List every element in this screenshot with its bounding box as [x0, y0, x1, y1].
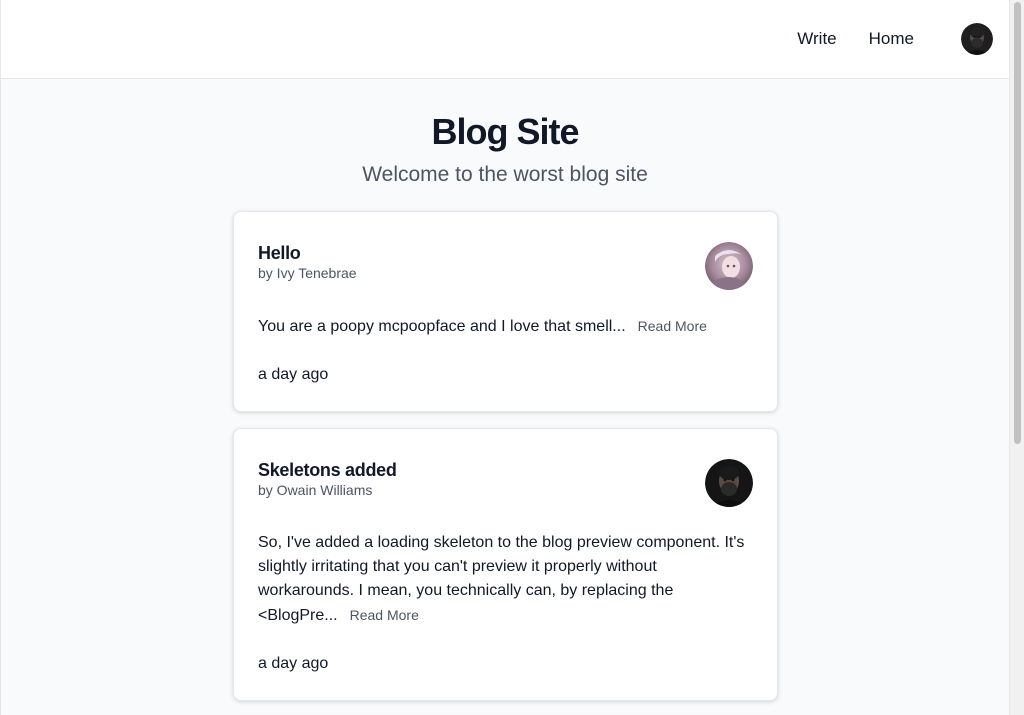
- post-card[interactable]: Skeletons added by Owain Williams So, I'…: [233, 428, 778, 701]
- post-excerpt: So, I've added a loading skeleton to the…: [258, 531, 753, 628]
- post-title[interactable]: Skeletons added: [258, 459, 397, 481]
- read-more-link[interactable]: Read More: [350, 607, 419, 623]
- user-avatar[interactable]: [961, 23, 993, 55]
- hero: Blog Site Welcome to the worst blog site: [1, 79, 1009, 189]
- post-timestamp: a day ago: [258, 655, 329, 672]
- post-timestamp: a day ago: [258, 366, 329, 383]
- nav-home-link[interactable]: Home: [869, 29, 914, 49]
- post-excerpt-text: You are a poopy mcpoopface and I love th…: [258, 318, 626, 335]
- post-header: Hello by Ivy Tenebrae: [258, 242, 753, 290]
- post-title[interactable]: Hello: [258, 242, 357, 264]
- vertical-scrollbar[interactable]: [1009, 0, 1024, 715]
- page-title: Blog Site: [431, 111, 579, 152]
- author-avatar: [705, 459, 753, 507]
- scrollbar-thumb[interactable]: [1014, 2, 1021, 444]
- read-more-link[interactable]: Read More: [638, 318, 707, 334]
- post-excerpt: You are a poopy mcpoopface and I love th…: [258, 314, 753, 339]
- post-author: by Owain Williams: [258, 482, 373, 498]
- nav-write-link[interactable]: Write: [797, 29, 836, 49]
- page: Write Home Blog Site Welcome to the wors…: [0, 0, 1009, 715]
- author-avatar: [705, 242, 753, 290]
- post-header: Skeletons added by Owain Williams: [258, 459, 753, 507]
- post-author: by Ivy Tenebrae: [258, 265, 357, 281]
- post-card[interactable]: Hello by Ivy Tenebrae You are a poopy mc…: [233, 211, 778, 412]
- page-subtitle: Welcome to the worst blog site: [362, 163, 648, 186]
- navbar: Write Home: [1, 0, 1009, 79]
- post-feed: Hello by Ivy Tenebrae You are a poopy mc…: [233, 211, 778, 715]
- post-excerpt-text: So, I've added a loading skeleton to the…: [258, 534, 745, 624]
